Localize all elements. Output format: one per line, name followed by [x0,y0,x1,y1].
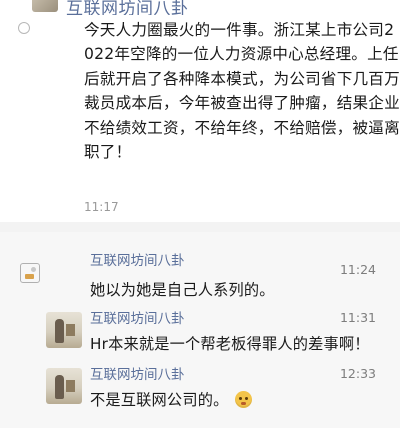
comment-author-name[interactable]: 互联网坊间八卦 [90,307,185,327]
comment-text-content: 不是互联网公司的。 [90,391,229,409]
comment-item: 互联网坊间八卦 12:33 不是互联网公司的。 [0,360,400,420]
section-divider [0,222,400,232]
comments-section: 互联网坊间八卦 11:24 她以为她是自己人系列的。 互联网坊间八卦 11:31… [0,232,400,428]
author-avatar[interactable] [32,0,58,12]
comment-text: Hr本来就是一个帮老板得罪人的差事啊！ [90,335,370,353]
comment-text: 不是互联网公司的。 [90,388,252,410]
comment-time: 11:31 [339,310,376,325]
avatar-figure [66,380,75,392]
select-circle-icon[interactable] [18,22,30,34]
grimace-emoji-icon [234,391,252,408]
post-text: 今天人力圈最火的一件事。浙江某上市公司2022年空降的一位人力资源中心总经理。上… [84,21,400,162]
comment-item: 互联网坊间八卦 11:31 Hr本来就是一个帮老板得罪人的差事啊！ [0,304,400,364]
post-time: 11:17 [84,200,119,214]
comment-avatar[interactable] [46,312,82,348]
comment-time: 11:24 [339,262,376,277]
avatar-figure [55,375,64,399]
comment-time: 12:33 [339,366,376,381]
avatar-figure [66,324,75,336]
comment-avatar[interactable] [46,368,82,404]
post-header: 互联网坊间八卦 [0,0,400,15]
post-author-name[interactable]: 互联网坊间八卦 [66,0,189,15]
comment-text: 她以为她是自己人系列的。 [90,281,275,299]
comment-author-name[interactable]: 互联网坊间八卦 [90,249,185,269]
comment-author-name[interactable]: 互联网坊间八卦 [90,363,185,383]
comment-avatar-image-icon[interactable] [20,263,40,283]
comment-item: 互联网坊间八卦 11:24 她以为她是自己人系列的。 [0,246,400,306]
avatar-figure [55,319,64,343]
